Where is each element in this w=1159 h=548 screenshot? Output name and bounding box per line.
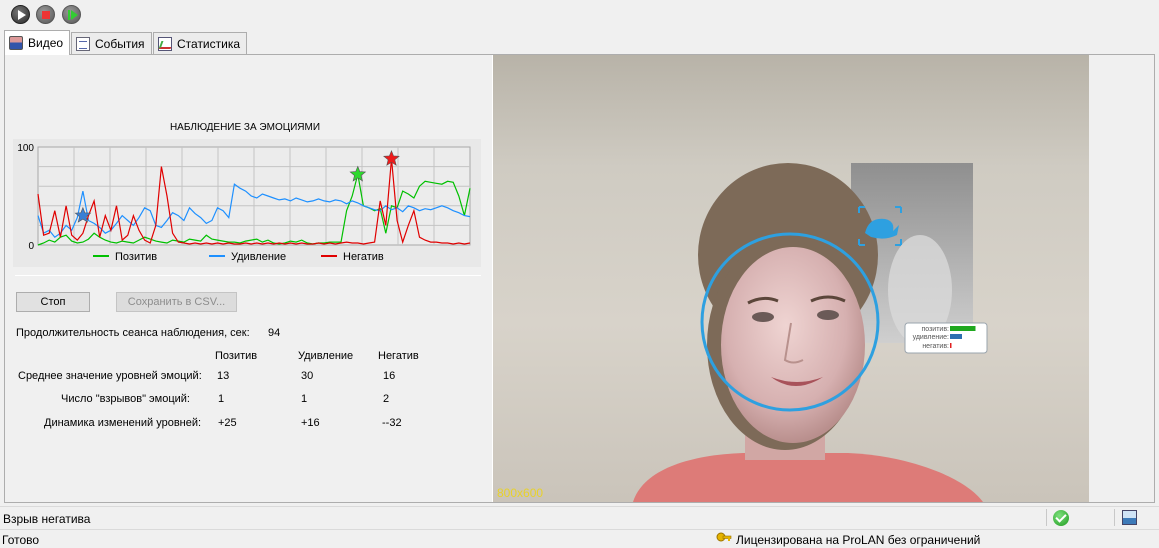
tab-statistics[interactable]: Статистика (153, 32, 248, 54)
ready-status-text: Готово (2, 533, 40, 547)
tab-video-label: Видео (28, 36, 64, 50)
stat-bursts-surprise: 1 (301, 393, 308, 405)
status-separator (1046, 509, 1047, 526)
stat-bursts-positive: 1 (218, 393, 225, 405)
video-tab-panel: НАБЛЮДЕНИЕ ЗА ЭМОЦИЯМИ 100 0 Позитив Уди… (4, 54, 1155, 503)
session-duration-label: Продолжительность сеанса наблюдения, сек… (16, 327, 250, 339)
overlay-bar-negative (950, 343, 952, 348)
step-forward-arrow (71, 10, 78, 20)
event-status-bar: Взрыв негатива (0, 506, 1159, 528)
stat-dynamics-surprise: +16 (301, 417, 320, 429)
check-ok-icon (1053, 510, 1069, 526)
stat-row-label-average: Среднее значение уровней эмоций: (18, 370, 202, 382)
emotion-chart: 100 0 Позитив Удивление Негатив (13, 139, 481, 267)
video-icon (9, 36, 23, 50)
legend-label-surprise: Удивление (231, 251, 286, 263)
step-forward-button[interactable] (62, 5, 81, 24)
main-status-bar: Готово Лицензирована на ProLAN без огран… (0, 529, 1159, 548)
stat-average-negative: 16 (383, 370, 396, 382)
stat-dynamics-positive: +25 (218, 417, 237, 429)
video-right-margin (1089, 55, 1154, 502)
user-photo-icon[interactable] (1122, 510, 1137, 525)
tab-bar: Видео События Статистика (0, 29, 1159, 55)
shirt (633, 453, 983, 502)
legend-label-negative: Негатив (343, 251, 384, 263)
left-eye (752, 312, 774, 322)
stop-button[interactable] (36, 5, 55, 24)
overlay-bar-positive (950, 326, 976, 331)
save-csv-button[interactable]: Сохранить в CSV... (116, 292, 237, 312)
status-separator (1114, 509, 1115, 526)
overlay-label-negative: негатив: (922, 343, 949, 350)
video-resolution: 800x600 (497, 486, 544, 500)
stat-row-label-bursts: Число "взрывов" эмоций: (61, 393, 190, 405)
play-icon (18, 10, 26, 20)
stat-row-label-dynamics: Динамика изменений уровней: (44, 417, 202, 429)
tab-events-label: События (95, 36, 145, 51)
play-button[interactable] (11, 5, 30, 24)
stat-average-positive: 13 (217, 370, 230, 382)
stat-average-surprise: 30 (301, 370, 314, 382)
face (721, 247, 865, 443)
column-header-surprise: Удивление (298, 350, 354, 362)
video-frame: позитив: удивление: негатив: (633, 163, 988, 502)
license-status-text: Лицензирована на ProLAN без ограничений (736, 533, 981, 547)
step-forward-icon (68, 10, 70, 20)
tab-events[interactable]: События (71, 32, 152, 54)
video-feed: позитив: удивление: негатив: 800x600 (493, 55, 1089, 502)
legend-label-positive: Позитив (115, 251, 157, 263)
y-tick-100: 100 (17, 143, 34, 154)
stop-observation-button[interactable]: Стоп (16, 292, 90, 312)
chart-title: НАБЛЮДЕНИЕ ЗА ЭМОЦИЯМИ (169, 122, 321, 133)
right-eye (817, 310, 839, 320)
overlay-label-surprise: удивление: (913, 334, 949, 341)
key-icon (716, 532, 732, 542)
stop-icon (42, 11, 50, 19)
column-header-positive: Позитив (215, 350, 258, 362)
overlay-bar-surprise (950, 334, 962, 339)
statistics-icon (158, 36, 172, 51)
overlay-label-positive: позитив: (921, 326, 949, 333)
y-tick-0: 0 (28, 241, 34, 252)
tab-statistics-label: Статистика (177, 36, 241, 51)
stat-dynamics-negative: --32 (382, 417, 402, 429)
stat-bursts-negative: 2 (383, 393, 390, 405)
emotion-panel: НАБЛЮДЕНИЕ ЗА ЭМОЦИЯМИ 100 0 Позитив Уди… (5, 55, 492, 502)
tab-video[interactable]: Видео (4, 30, 71, 55)
event-status-text: Взрыв негатива (3, 512, 91, 526)
events-icon (76, 36, 90, 51)
column-header-negative: Негатив (378, 350, 419, 362)
toolbar (0, 0, 1159, 29)
session-duration-value: 94 (268, 327, 281, 339)
divider (15, 275, 481, 276)
